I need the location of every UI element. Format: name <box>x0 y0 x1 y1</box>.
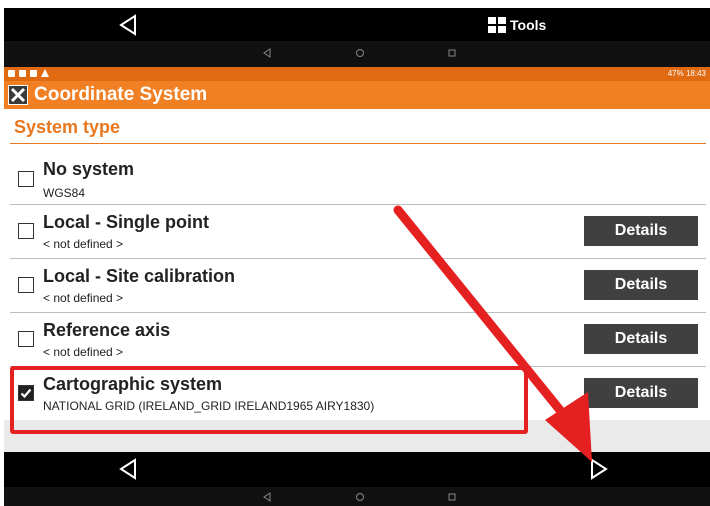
notification-icon <box>30 70 37 77</box>
app-logo-icon <box>8 85 28 105</box>
option-subtitle: < not defined > <box>43 345 124 359</box>
page-title: Coordinate System <box>34 84 208 105</box>
highlight-box <box>10 366 528 434</box>
nav-recents-icon[interactable] <box>447 48 457 58</box>
app-bar: Coordinate System <box>4 81 710 109</box>
nav-home-icon[interactable] <box>355 48 365 58</box>
nav-home-icon[interactable] <box>355 492 365 502</box>
details-button[interactable]: Details <box>584 270 698 300</box>
system-option-no-system[interactable]: No system WGS84 <box>10 151 706 205</box>
section-divider <box>10 143 706 144</box>
system-option-local-site-calibration[interactable]: Local - Site calibration < not defined >… <box>10 259 706 313</box>
system-option-local-single-point[interactable]: Local - Single point < not defined > Det… <box>10 205 706 259</box>
top-toolbar: Tools <box>4 8 710 41</box>
status-bar: 47% 18:43 <box>4 67 710 81</box>
checkbox[interactable] <box>18 171 34 187</box>
system-option-reference-axis[interactable]: Reference axis < not defined > Details <box>10 313 706 367</box>
option-subtitle: WGS84 <box>43 186 86 200</box>
notification-icon <box>8 70 15 77</box>
option-subtitle: < not defined > <box>43 237 124 251</box>
system-nav-bar-bottom <box>4 487 710 506</box>
back-icon[interactable] <box>117 14 139 36</box>
grid-icon <box>488 17 506 33</box>
checkbox[interactable] <box>18 331 34 347</box>
bottom-toolbar <box>4 452 710 487</box>
details-button[interactable]: Details <box>584 216 698 246</box>
option-title: Local - Single point <box>43 212 209 232</box>
previous-icon[interactable] <box>117 458 139 480</box>
tools-button[interactable]: Tools <box>488 16 546 34</box>
nav-back-icon[interactable] <box>262 48 272 58</box>
tools-label: Tools <box>510 17 547 33</box>
nav-recents-icon[interactable] <box>447 492 457 502</box>
notification-icons <box>8 68 49 77</box>
system-nav-bar-top <box>4 41 710 67</box>
next-icon[interactable] <box>588 458 610 480</box>
battery-clock: 47% 18:43 <box>667 69 706 78</box>
nav-back-icon[interactable] <box>262 492 272 502</box>
checkbox[interactable] <box>18 277 34 293</box>
warning-icon <box>41 69 49 77</box>
option-title: No system <box>43 159 135 179</box>
option-title: Reference axis <box>43 320 171 340</box>
section-title: System type <box>14 117 121 137</box>
option-subtitle: < not defined > <box>43 291 124 305</box>
details-button[interactable]: Details <box>584 378 698 408</box>
option-title: Local - Site calibration <box>43 266 236 286</box>
checkbox[interactable] <box>18 223 34 239</box>
notification-icon <box>19 70 26 77</box>
details-button[interactable]: Details <box>584 324 698 354</box>
